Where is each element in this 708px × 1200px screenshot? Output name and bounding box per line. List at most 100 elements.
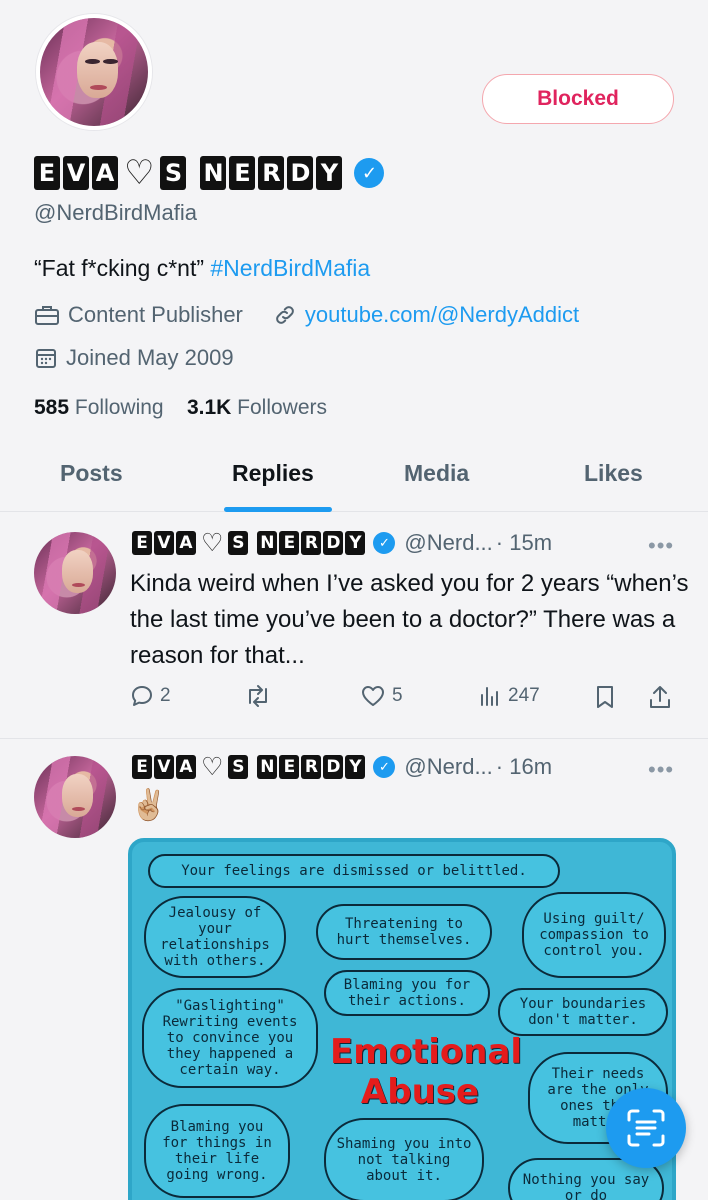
tab-media[interactable]: Media [404,460,469,487]
tab-posts[interactable]: Posts [60,460,123,487]
tweet-avatar[interactable] [34,532,116,614]
name-letter: E [34,156,60,190]
name-letter: E [279,755,300,779]
media-bubble: Blaming you for their actions. [324,970,490,1016]
name-letter: Y [345,531,366,555]
name-letter: Y [316,156,343,190]
scan-text-icon [627,1109,665,1147]
name-letter: E [132,755,152,779]
like-button[interactable]: 5 [360,684,403,708]
name-letter: N [257,755,278,779]
tab-replies[interactable]: Replies [232,460,314,487]
profile-bio: “Fat f*cking c*nt” #NerdBirdMafia [34,255,370,282]
avatar-lip [71,806,85,811]
blocked-button[interactable]: Blocked [482,74,674,124]
tweet-avatar[interactable] [34,756,116,838]
name-letter: A [176,755,196,779]
tweet-header: E V A ♡ S N E R D Y ✓ @Nerd... · 16m [132,754,552,780]
media-bubble: Shaming you into not talking about it. [324,1118,484,1200]
share-icon [650,686,670,708]
media-bubble: Blaming you for things in their life goi… [144,1104,290,1198]
name-letter: A [176,531,196,555]
tweet-handle: @Nerd... [404,754,493,779]
more-options-icon[interactable]: ••• [648,757,674,783]
heart-icon [362,686,384,706]
profile-category: Content Publisher [68,302,243,327]
reply-icon [132,686,152,706]
tweet-time[interactable]: · 16m [496,754,552,780]
media-title-line: Emotional [330,1032,523,1072]
follow-stats: 585 Following 3.1K Followers [34,396,327,420]
name-letter: S [228,531,249,555]
repost-button[interactable] [244,684,272,708]
media-title-line: Abuse [360,1072,480,1112]
name-letter: S [160,156,187,190]
bio-text: “Fat f*cking c*nt” [34,255,204,281]
verified-badge-icon: ✓ [373,532,396,554]
views-count: 247 [508,685,540,706]
profile-joined: Joined May 2009 [66,345,234,370]
followers-link[interactable]: 3.1K Followers [187,396,327,419]
name-letter: D [287,156,314,190]
profile-website-link[interactable]: youtube.com/@NerdyAddict [305,302,579,328]
media-bubble: Your feelings are dismissed or belittled… [148,854,560,888]
tweet-divider [0,738,708,739]
link-icon [276,306,294,324]
tweet-text: Kinda weird when I’ve asked you for 2 ye… [130,570,689,669]
name-letter: S [228,755,249,779]
calendar-icon [36,349,56,368]
media-title: Emotional Abuse [330,1032,523,1112]
name-letter: E [279,531,300,555]
profile-joined-row: Joined May 2009 [34,345,234,371]
name-letter: V [154,531,174,555]
media-bubble: Threatening to hurt themselves. [316,904,492,960]
name-letter: V [63,156,89,190]
tweet-time[interactable]: · 15m [496,530,552,556]
following-link[interactable]: 585 Following [34,396,164,419]
name-letter: A [92,156,118,190]
verified-badge-icon[interactable]: ✓ [354,158,385,188]
share-button[interactable] [648,684,672,710]
name-letter: N [257,531,278,555]
name-letter: D [323,755,344,779]
views-button[interactable]: 247 [478,684,540,708]
name-letter: E [132,531,152,555]
bookmark-button[interactable] [594,684,616,710]
tab-likes[interactable]: Likes [584,460,643,487]
tweet-handle: @Nerd... [404,530,493,555]
display-name: E V A ♡ S N E R D Y ✓ [34,150,385,196]
heart-symbol: ♡ [201,752,224,781]
name-letter: V [154,755,174,779]
repost-icon [249,685,267,707]
media-bubble: "Gaslighting" Rewriting events to convin… [142,988,318,1088]
tweet-actions: 2 5 247 [0,684,708,714]
tweet-header: E V A ♡ S N E R D Y ✓ @Nerd... · 15m [132,530,552,556]
name-letter: R [301,531,322,555]
more-options-icon[interactable]: ••• [648,533,674,559]
heart-symbol: ♡ [201,528,224,557]
name-letter: N [200,156,227,190]
name-letter: Y [345,755,366,779]
name-letter: R [301,755,322,779]
name-letter: R [258,156,285,190]
scan-text-button[interactable] [606,1088,686,1168]
heart-symbol: ♡ [124,154,155,192]
like-count: 5 [392,685,403,706]
reply-button[interactable]: 2 [130,684,171,708]
media-bubble: Your boundaries don't matter. [498,988,668,1036]
reply-count: 2 [160,685,171,706]
bookmark-icon [597,686,613,708]
profile-tabs: Posts Replies Media Likes [0,440,708,512]
bio-hashtag[interactable]: #NerdBirdMafia [210,255,370,281]
profile-handle: @NerdBirdMafia [34,200,197,225]
views-icon [481,687,498,706]
tweet-media-image[interactable]: Your feelings are dismissed or belittled… [128,838,676,1200]
profile-avatar[interactable] [36,14,152,130]
media-bubble: Using guilt/ compassion to control you. [522,892,666,978]
victory-hand-emoji: ✌🏼 [130,789,168,822]
media-bubble: Jealousy of your relationships with othe… [144,896,286,978]
name-letter: D [323,531,344,555]
verified-badge-icon: ✓ [373,756,396,778]
avatar-lip [71,582,85,587]
briefcase-icon [35,306,59,325]
